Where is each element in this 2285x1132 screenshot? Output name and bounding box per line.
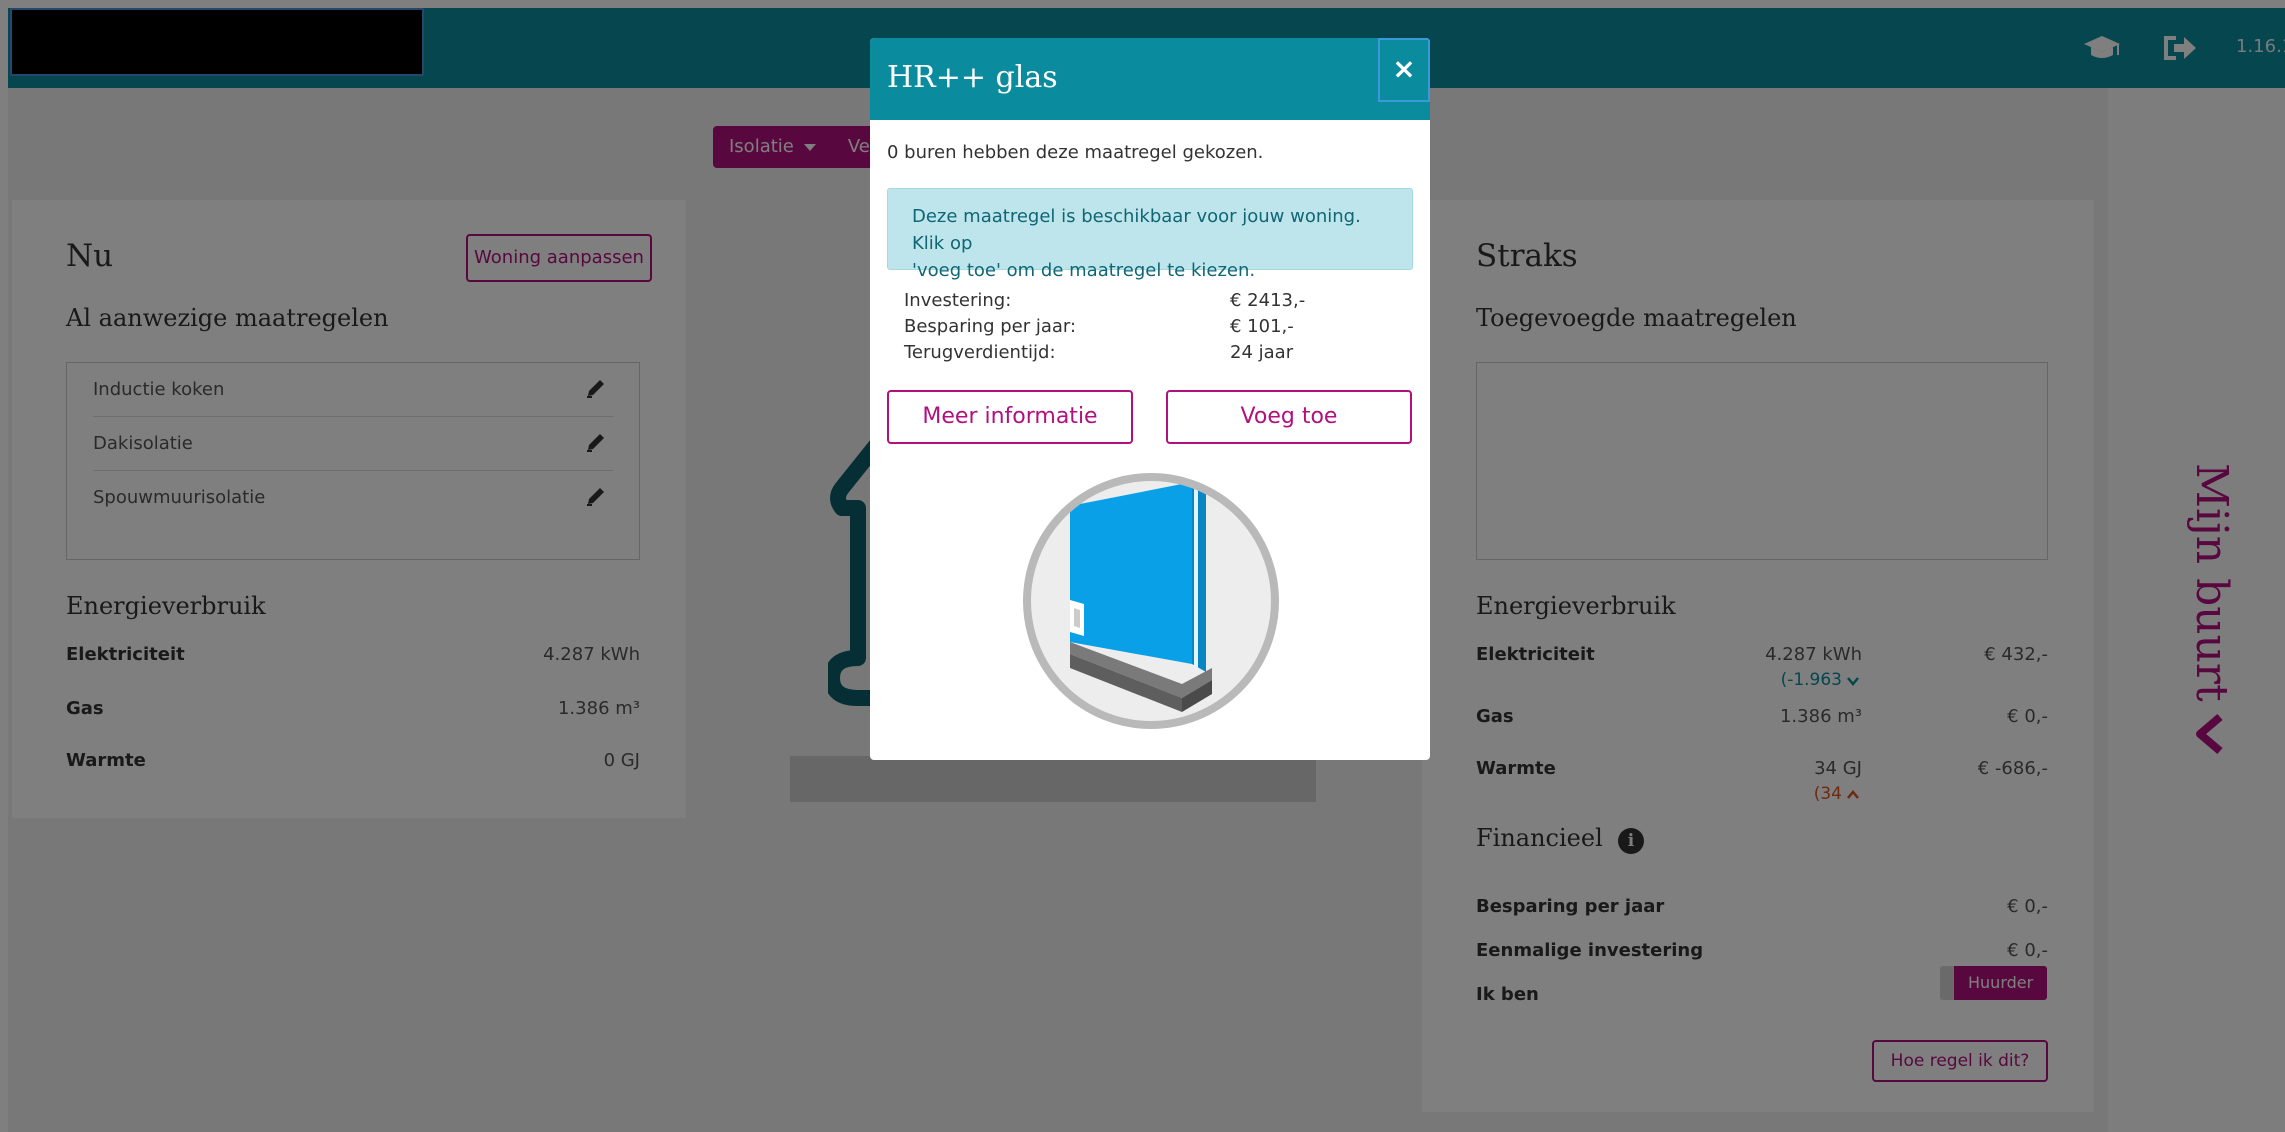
more-info-button[interactable]: Meer informatie [887, 390, 1133, 444]
stat-label-payback: Terugverdientijd: [904, 342, 1056, 363]
stat-label-investment: Investering: [904, 290, 1012, 311]
modal-title: HR++ glas [887, 60, 1058, 95]
alert-line-1: Deze maatregel is beschikbaar voor jouw … [912, 206, 1361, 254]
stat-label-savings: Besparing per jaar: [904, 316, 1077, 337]
neighbors-text: 0 buren hebben deze maatregel gekozen. [887, 142, 1264, 163]
add-measure-button[interactable]: Voeg toe [1166, 390, 1412, 444]
stat-value-payback: 24 jaar [1230, 342, 1294, 363]
stat-value-investment: € 2413,- [1230, 290, 1306, 311]
availability-alert: Deze maatregel is beschikbaar voor jouw … [887, 188, 1413, 281]
stat-value-savings: € 101,- [1230, 316, 1294, 337]
close-button[interactable]: × [1378, 38, 1430, 102]
alert-line-2: 'voeg toe' om de maatregel te kiezen. [912, 260, 1256, 281]
measure-modal: HR++ glas × 0 buren hebben deze maatrege… [870, 38, 1430, 760]
glass-window-illustration [1023, 473, 1279, 729]
modal-header: HR++ glas × [870, 38, 1430, 120]
